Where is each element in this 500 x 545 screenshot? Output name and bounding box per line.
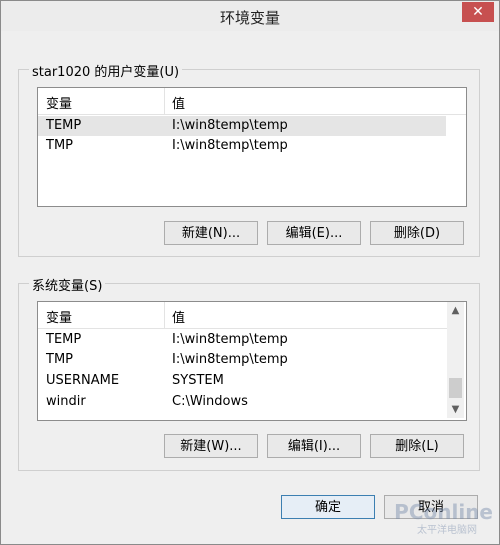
close-icon: ✕	[472, 4, 484, 20]
user-vars-list[interactable]: 变量 值 TEMP I:\win8temp\temp TMP I:\win8te…	[37, 87, 467, 207]
column-header-variable[interactable]: 变量	[46, 93, 72, 112]
system-vars-header: 变量 值	[38, 302, 448, 329]
var-name: USERNAME	[46, 373, 120, 388]
var-name: TEMP	[46, 332, 82, 347]
table-row[interactable]: TMP I:\win8temp\temp	[38, 136, 446, 156]
user-edit-button[interactable]: 编辑(E)...	[267, 221, 361, 245]
title-bar[interactable]: 环境变量 ✕	[1, 1, 499, 31]
var-value: I:\win8temp\temp	[172, 332, 288, 347]
var-value: I:\win8temp\temp	[172, 118, 288, 133]
table-row[interactable]: TEMP I:\win8temp\temp	[38, 330, 448, 350]
scroll-thumb[interactable]	[449, 378, 462, 398]
column-header-value[interactable]: 值	[172, 93, 185, 112]
table-row[interactable]: TMP I:\win8temp\temp	[38, 350, 448, 370]
scroll-up-icon[interactable]: ▲	[447, 302, 464, 319]
column-divider[interactable]	[164, 88, 165, 114]
var-name: TEMP	[46, 118, 82, 133]
system-vars-label: 系统变量(S)	[29, 275, 106, 294]
system-new-button[interactable]: 新建(W)...	[164, 434, 258, 458]
table-row[interactable]: TEMP I:\win8temp\temp	[38, 116, 446, 136]
ok-button[interactable]: 确定	[281, 495, 375, 519]
var-value: I:\win8temp\temp	[172, 138, 288, 153]
column-header-value[interactable]: 值	[172, 307, 185, 326]
system-delete-button[interactable]: 删除(L)	[370, 434, 464, 458]
close-button[interactable]: ✕	[462, 2, 494, 22]
column-divider[interactable]	[164, 302, 165, 328]
var-value: C:\Windows	[172, 394, 248, 409]
dialog-title: 环境变量	[219, 9, 280, 27]
user-vars-header: 变量 值	[38, 88, 466, 115]
env-vars-dialog: 环境变量 ✕ star1020 的用户变量(U) 变量 值 TEMP I:\wi…	[0, 0, 500, 545]
column-header-variable[interactable]: 变量	[46, 307, 72, 326]
watermark-caption: 太平洋电脑网	[417, 525, 477, 536]
user-new-button[interactable]: 新建(N)...	[164, 221, 258, 245]
table-row[interactable]: USERNAME SYSTEM	[38, 371, 448, 391]
user-delete-button[interactable]: 删除(D)	[370, 221, 464, 245]
var-name: windir	[46, 394, 86, 409]
system-vars-list[interactable]: 变量 值 TEMP I:\win8temp\temp TMP I:\win8te…	[37, 301, 467, 421]
table-row[interactable]: windir C:\Windows	[38, 392, 448, 412]
system-edit-button[interactable]: 编辑(I)...	[267, 434, 361, 458]
system-vars-scrollbar[interactable]: ▲ ▼	[447, 302, 464, 418]
var-value: SYSTEM	[172, 373, 224, 388]
user-vars-label: star1020 的用户变量(U)	[29, 61, 183, 80]
var-name: TMP	[46, 138, 73, 153]
var-value: I:\win8temp\temp	[172, 352, 288, 367]
scroll-down-icon[interactable]: ▼	[447, 401, 464, 418]
var-name: TMP	[46, 352, 73, 367]
